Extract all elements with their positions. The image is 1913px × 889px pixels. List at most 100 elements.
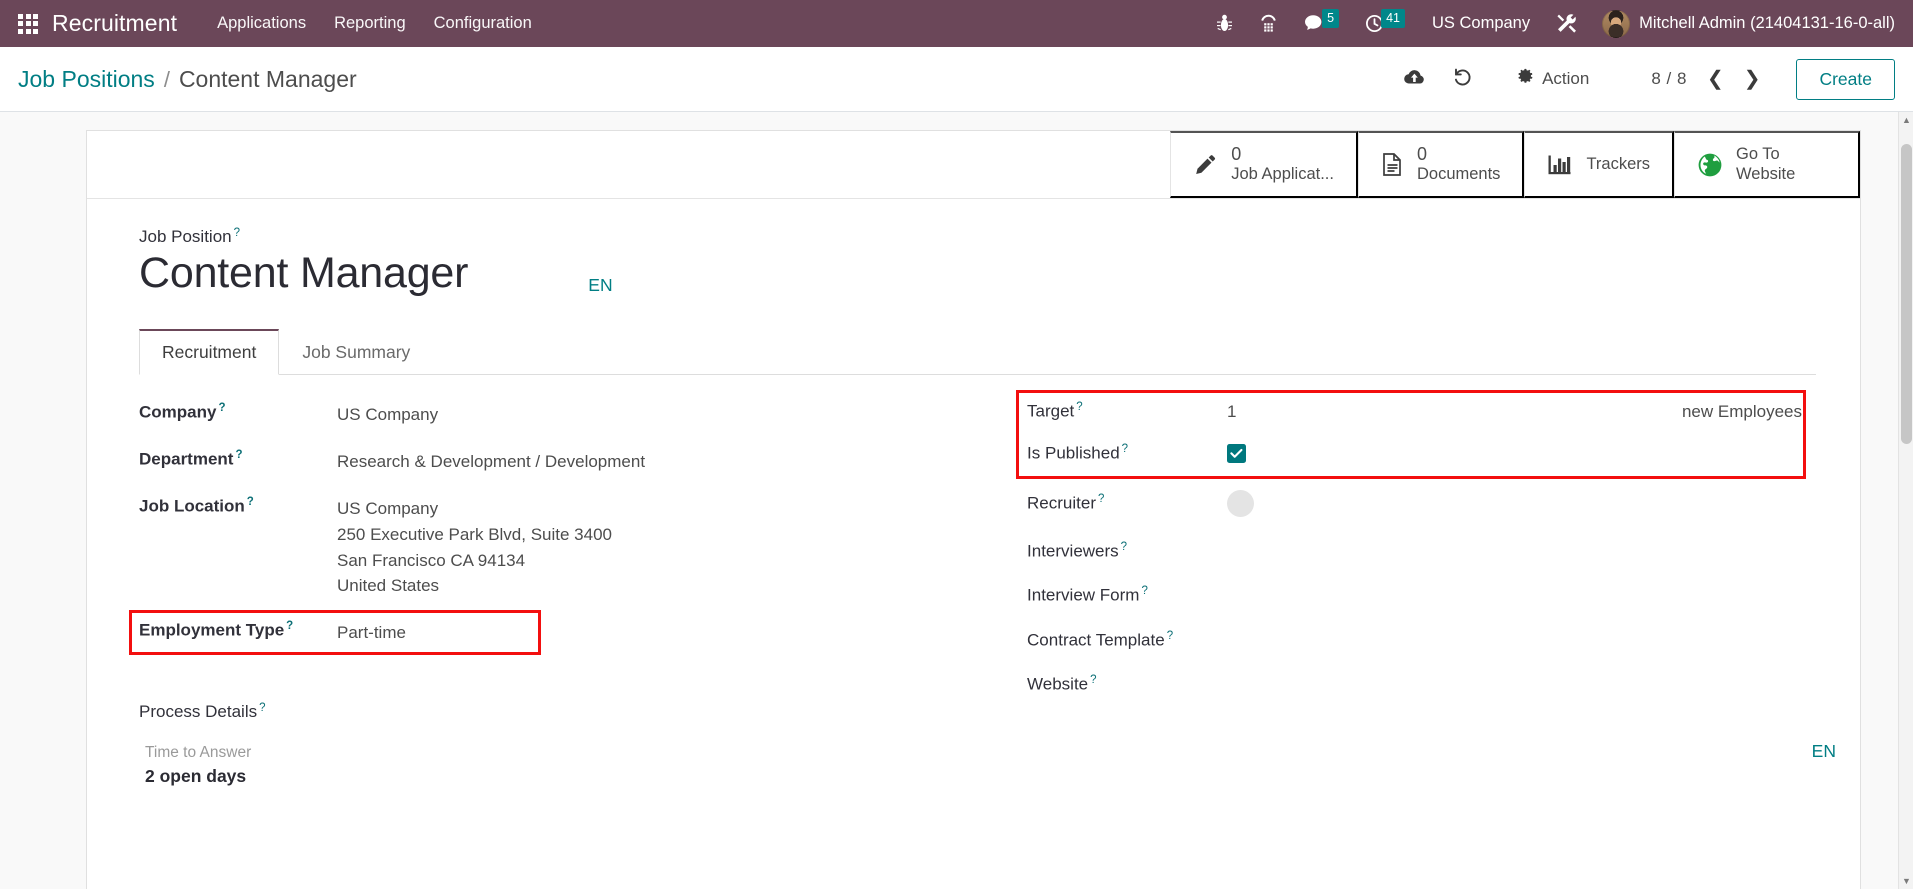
- form-body: Job Position? Content Manager EN Recruit…: [87, 199, 1860, 787]
- scrollbar-thumb[interactable]: [1901, 144, 1912, 444]
- help-tooltip-icon[interactable]: ?: [259, 702, 265, 714]
- bug-icon[interactable]: [1203, 0, 1246, 47]
- title-row: Content Manager EN: [139, 249, 1816, 299]
- field-value-target[interactable]: 1: [1227, 402, 1236, 422]
- messages-icon[interactable]: 5: [1291, 0, 1352, 47]
- create-button[interactable]: Create: [1796, 58, 1895, 100]
- app-brand-recruitment[interactable]: Recruitment: [52, 10, 177, 37]
- field-value-recruiter-avatar[interactable]: [1227, 489, 1255, 517]
- address-line: San Francisco CA 94134: [337, 550, 526, 570]
- voip-dialpad-icon[interactable]: [1246, 0, 1291, 47]
- tools-wrench-icon[interactable]: [1544, 0, 1592, 47]
- help-tooltip-icon[interactable]: ?: [1141, 585, 1147, 597]
- help-tooltip-icon[interactable]: ?: [234, 227, 240, 239]
- help-tooltip-icon[interactable]: ?: [1098, 493, 1104, 505]
- stat-label: Job Applicat...: [1231, 165, 1334, 184]
- field-label-job-location: Job Location?: [139, 495, 337, 517]
- label-text: Department: [139, 449, 234, 469]
- help-tooltip-icon[interactable]: ?: [1122, 443, 1128, 455]
- menu-reporting[interactable]: Reporting: [320, 8, 420, 39]
- stat-button-box: 0 Job Applicat... 0 Documents Trackers G…: [87, 131, 1860, 199]
- menu-applications[interactable]: Applications: [203, 8, 320, 39]
- field-label-interviewers: Interviewers?: [1027, 541, 1227, 562]
- field-label-company: Company?: [139, 401, 337, 423]
- action-menu-button[interactable]: Action: [1502, 60, 1605, 98]
- label-text: Recruiter: [1027, 493, 1096, 513]
- help-tooltip-icon[interactable]: ?: [218, 402, 225, 414]
- checkbox-is-published[interactable]: [1227, 443, 1247, 463]
- tab-job-summary[interactable]: Job Summary: [279, 329, 433, 375]
- user-menu[interactable]: Mitchell Admin (21404131-16-0-all): [1592, 0, 1901, 47]
- language-badge-bottom[interactable]: EN: [1812, 741, 1836, 769]
- field-label-employment-type: Employment Type?: [139, 619, 337, 641]
- stat-label: Go To Website: [1736, 145, 1796, 183]
- field-value-company[interactable]: US Company: [337, 401, 438, 428]
- control-panel: Job Positions / Content Manager Action 8…: [0, 47, 1913, 112]
- tab-recruitment[interactable]: Recruitment: [139, 329, 280, 376]
- field-label-target: Target?: [1027, 401, 1227, 422]
- label-text: Employment Type: [139, 620, 285, 640]
- address-line: United States: [337, 576, 440, 596]
- breadcrumb-current: Content Manager: [178, 65, 357, 92]
- discard-changes-button[interactable]: [1439, 60, 1486, 98]
- cloud-upload-icon: [1404, 69, 1425, 89]
- activities-badge: 41: [1381, 8, 1405, 29]
- help-tooltip-icon[interactable]: ?: [235, 449, 242, 461]
- help-tooltip-icon[interactable]: ?: [1090, 674, 1096, 686]
- field-suffix-target: new Employees: [1681, 401, 1802, 421]
- field-row-employment-type: Employment Type? Part-time: [129, 610, 993, 656]
- stat-button-job-applications[interactable]: 0 Job Applicat...: [1170, 131, 1358, 198]
- field-label-department: Department?: [139, 448, 337, 470]
- help-tooltip-icon[interactable]: ?: [247, 496, 254, 508]
- help-tooltip-icon[interactable]: ?: [286, 620, 293, 632]
- language-badge-top[interactable]: EN: [588, 275, 612, 296]
- stat-button-documents[interactable]: 0 Documents: [1357, 131, 1525, 198]
- help-tooltip-icon[interactable]: ?: [1121, 541, 1127, 553]
- record-form-sheet: 0 Job Applicat... 0 Documents Trackers G…: [86, 130, 1861, 889]
- save-record-button[interactable]: [1390, 61, 1439, 97]
- menu-configuration[interactable]: Configuration: [420, 8, 546, 39]
- time-to-answer-block: Time to Answer 2 open days: [139, 744, 993, 787]
- field-value-job-location[interactable]: US Company 250 Executive Park Blvd, Suit…: [337, 495, 612, 599]
- activities-clock-icon[interactable]: 41: [1352, 0, 1418, 47]
- stat-text-documents: 0 Documents: [1417, 144, 1500, 185]
- stat-button-trackers[interactable]: Trackers: [1524, 131, 1674, 198]
- stat-text-go-to-website: Go To Website: [1736, 145, 1836, 184]
- label-text: Contract Template: [1027, 630, 1165, 650]
- process-details-section: Process Details? Time to Answer 2 open d…: [139, 666, 993, 787]
- top-navbar: Recruitment Applications Reporting Confi…: [0, 0, 1913, 47]
- messages-badge: 5: [1322, 8, 1340, 29]
- field-row-company: Company? US Company: [139, 401, 993, 428]
- help-tooltip-icon[interactable]: ?: [1167, 630, 1173, 642]
- bar-chart-icon: [1547, 153, 1573, 177]
- apps-grid-icon[interactable]: [18, 13, 38, 34]
- company-switcher[interactable]: US Company: [1418, 14, 1544, 33]
- field-row-target: Target? 1 new Employees: [1027, 401, 1816, 422]
- field-row-interviewers: Interviewers?: [1027, 541, 1816, 562]
- scroll-up-arrow-icon[interactable]: ▲: [1899, 112, 1913, 128]
- time-to-answer-label: Time to Answer: [145, 744, 252, 762]
- field-row-contract-template: Contract Template?: [1027, 630, 1816, 651]
- chevron-left-icon[interactable]: ❮: [1699, 67, 1732, 91]
- scroll-down-arrow-icon[interactable]: ▼: [1899, 873, 1913, 889]
- page-title[interactable]: Content Manager: [139, 249, 468, 299]
- field-row-department: Department? Research & Development / Dev…: [139, 448, 993, 475]
- breadcrumb-job-positions[interactable]: Job Positions: [18, 66, 155, 93]
- form-grid: Company? US Company Department? Research…: [129, 375, 1836, 787]
- chevron-right-icon[interactable]: ❯: [1736, 67, 1769, 91]
- stat-label: Trackers: [1586, 154, 1650, 173]
- field-label-recruiter: Recruiter?: [1027, 493, 1227, 514]
- address-line: 250 Executive Park Blvd, Suite 3400: [337, 524, 612, 544]
- gear-icon: [1518, 68, 1535, 90]
- field-label-interview-form: Interview Form?: [1027, 585, 1227, 606]
- stat-button-go-to-website[interactable]: Go To Website: [1674, 131, 1860, 198]
- vertical-scrollbar[interactable]: ▲ ▼: [1898, 112, 1913, 889]
- globe-icon: [1697, 152, 1723, 178]
- field-value-department[interactable]: Research & Development / Development: [337, 448, 645, 475]
- form-column-right: Target? 1 new Employees Is Published? Re…: [1011, 390, 1836, 787]
- help-tooltip-icon[interactable]: ?: [1076, 401, 1082, 413]
- label-text: Job Location: [139, 496, 245, 516]
- field-value-employment-type[interactable]: Part-time: [337, 619, 406, 646]
- pager-count: 8 / 8: [1651, 69, 1687, 88]
- time-to-answer-value: 2 open days: [145, 766, 247, 787]
